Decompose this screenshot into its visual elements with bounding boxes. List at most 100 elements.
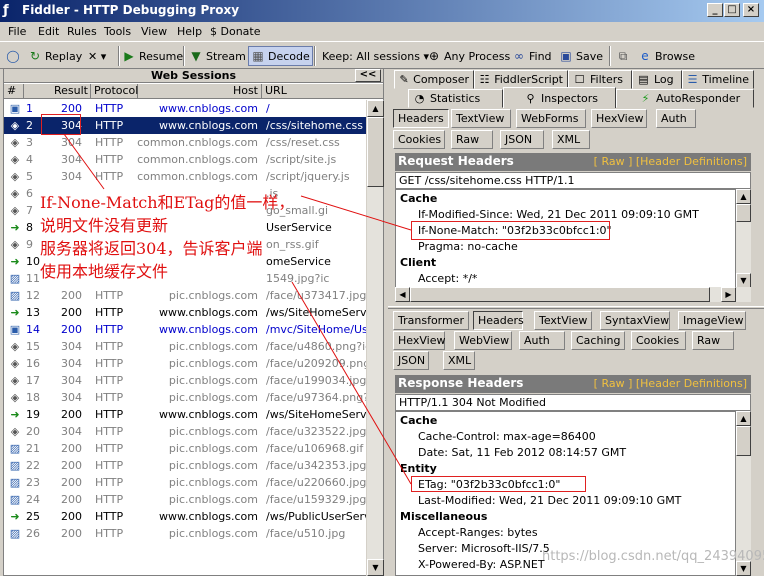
request-header-links[interactable]: [ Raw ] [Header Definitions] bbox=[594, 153, 747, 170]
col-num[interactable]: # bbox=[4, 84, 24, 99]
req-tab-xml[interactable]: XML bbox=[552, 130, 590, 149]
menu-file[interactable]: File bbox=[8, 25, 26, 38]
col-protocol[interactable]: Protocol bbox=[91, 84, 138, 99]
table-row[interactable]: ▨ 12 200 HTTP pic.cnblogs.com/face/u373417.j… bbox=[4, 287, 366, 304]
req-tab-json[interactable]: JSON bbox=[500, 130, 544, 149]
any-process-button[interactable]: ⊕ Any Process bbox=[427, 46, 510, 66]
resp-tab-raw[interactable]: Raw bbox=[692, 331, 734, 350]
remove-button[interactable]: ✕ ▾ bbox=[88, 46, 106, 66]
resp-tab-auth[interactable]: Auth bbox=[519, 331, 565, 350]
col-host[interactable]: Host bbox=[138, 84, 262, 99]
pane-splitter[interactable] bbox=[388, 306, 764, 309]
table-row[interactable]: ▨ 23 200 HTTP pic.cnblogs.com/face/u220660.j… bbox=[4, 474, 366, 491]
snapshot-button[interactable]: ⧉ bbox=[616, 46, 630, 66]
menu-help[interactable]: Help bbox=[177, 25, 202, 38]
menu-donate[interactable]: $ Donate bbox=[210, 25, 261, 38]
resp-tab-syntaxview[interactable]: SyntaxView bbox=[600, 311, 670, 330]
resp-date[interactable]: Date: Sat, 11 Feb 2012 08:14:57 GMT bbox=[418, 446, 626, 459]
resp-tab-headers[interactable]: Headers bbox=[473, 311, 524, 330]
col-result[interactable]: Result bbox=[51, 84, 91, 99]
table-row[interactable]: ▨ 21 200 HTTP pic.cnblogs.com/face/u106968.g… bbox=[4, 440, 366, 457]
resp-accept-ranges[interactable]: Accept-Ranges: bytes bbox=[418, 526, 538, 539]
resp-tab-transformer[interactable]: Transformer bbox=[393, 311, 469, 330]
stream-button[interactable]: ▼ Stream bbox=[189, 46, 245, 66]
tab-composer[interactable]: ✎ Composer bbox=[394, 70, 474, 89]
col-url[interactable]: URL bbox=[262, 84, 383, 99]
resp-tab-caching[interactable]: Caching bbox=[571, 331, 625, 350]
menu-tools[interactable]: Tools bbox=[104, 25, 131, 38]
tab-statistics[interactable]: ◔ Statistics bbox=[408, 89, 503, 108]
sessions-scrollbar[interactable]: ▲ ▼ bbox=[366, 100, 384, 576]
resp-scroll-thumb[interactable] bbox=[736, 426, 751, 456]
scroll-up-button[interactable]: ▲ bbox=[367, 100, 384, 117]
tab-autoresponder[interactable]: ⚡ AutoResponder bbox=[616, 89, 754, 108]
table-row[interactable]: ◈ 16 304 HTTP pic.cnblogs.com/face/u209209.p… bbox=[4, 355, 366, 372]
minimize-button[interactable]: _ bbox=[707, 3, 723, 17]
table-row[interactable]: ➜ 25 200 HTTP www.cnblogs.com/ws/PublicUserS… bbox=[4, 508, 366, 525]
resp-tab-imageview[interactable]: ImageView bbox=[678, 311, 746, 330]
resume-button[interactable]: ▶ Resume bbox=[122, 46, 183, 66]
req-tab-cookies[interactable]: Cookies bbox=[393, 130, 445, 149]
replay-button[interactable]: ↻ Replay bbox=[28, 46, 82, 66]
tab-log[interactable]: ▤ Log bbox=[632, 70, 682, 89]
resp-tab-webview[interactable]: WebView bbox=[454, 331, 512, 350]
table-row[interactable]: ◈ 17 304 HTTP pic.cnblogs.com/face/u199034.j… bbox=[4, 372, 366, 389]
table-row[interactable]: ◈ 4 304 HTTP common.cnblogs.com/script/site.… bbox=[4, 151, 366, 168]
req-tab-hexview[interactable]: HexView bbox=[591, 109, 647, 128]
decode-button[interactable]: ▦ Decode bbox=[248, 46, 313, 66]
resp-scroll-up[interactable]: ▲ bbox=[736, 411, 751, 426]
find-button[interactable]: ∞ Find bbox=[512, 46, 552, 66]
collapse-button[interactable]: << bbox=[355, 69, 381, 82]
table-row[interactable]: ➜ 13 200 HTTP www.cnblogs.com/ws/SiteHomeSer… bbox=[4, 304, 366, 321]
req-tab-webforms[interactable]: WebForms bbox=[516, 109, 586, 128]
tab-inspectors[interactable]: ⚲ Inspectors bbox=[503, 87, 616, 108]
comment-button[interactable]: ◯ bbox=[6, 46, 20, 66]
resp-tab-json[interactable]: JSON bbox=[393, 351, 429, 370]
table-row[interactable]: ➜ 19 200 HTTP www.cnblogs.com/ws/SiteHomeSer… bbox=[4, 406, 366, 423]
resp-tab-cookies[interactable]: Cookies bbox=[631, 331, 686, 350]
resp-tab-hexview[interactable]: HexView bbox=[393, 331, 445, 350]
close-button[interactable]: × bbox=[743, 3, 759, 17]
maximize-button[interactable]: □ bbox=[724, 3, 740, 17]
table-row[interactable]: ▨ 26 200 HTTP pic.cnblogs.com/face/u510.jpg bbox=[4, 525, 366, 542]
menu-view[interactable]: View bbox=[141, 25, 167, 38]
req-pragma[interactable]: Pragma: no-cache bbox=[418, 240, 518, 253]
resp-tab-xml[interactable]: XML bbox=[443, 351, 475, 370]
resp-cache-control[interactable]: Cache-Control: max-age=86400 bbox=[418, 430, 596, 443]
req-tab-textview[interactable]: TextView bbox=[451, 109, 511, 128]
table-row[interactable]: ◈ 15 304 HTTP pic.cnblogs.com/face/u4860.png… bbox=[4, 338, 366, 355]
table-row[interactable]: ▨ 22 200 HTTP pic.cnblogs.com/face/u342353.j… bbox=[4, 457, 366, 474]
scroll-down-button[interactable]: ▼ bbox=[367, 559, 384, 576]
req-accept[interactable]: Accept: */* bbox=[418, 272, 477, 285]
resp-server[interactable]: Server: Microsoft-IIS/7.5 bbox=[418, 542, 550, 555]
req-scroll-left[interactable]: ◀ bbox=[395, 287, 410, 302]
table-row[interactable]: ◈ 18 304 HTTP pic.cnblogs.com/face/u97364.pn… bbox=[4, 389, 366, 406]
req-scroll-right[interactable]: ▶ bbox=[721, 287, 736, 302]
req-if-modified-since[interactable]: If-Modified-Since: Wed, 21 Dec 2011 09:0… bbox=[418, 208, 699, 221]
tab-timeline[interactable]: ☰ Timeline bbox=[682, 70, 754, 89]
req-scroll-up[interactable]: ▲ bbox=[736, 189, 751, 204]
req-hscroll-thumb[interactable] bbox=[410, 287, 710, 302]
keep-sessions-dropdown[interactable]: Keep: All sessions ▾ bbox=[322, 46, 429, 66]
request-vscroll[interactable]: ▲ ▼ bbox=[736, 189, 751, 288]
table-row[interactable]: ◈ 5 304 HTTP common.cnblogs.com/script/jquer… bbox=[4, 168, 366, 185]
table-row[interactable]: ▨ 24 200 HTTP pic.cnblogs.com/face/u159329.j… bbox=[4, 491, 366, 508]
resp-powered-by[interactable]: X-Powered-By: ASP.NET bbox=[418, 558, 545, 571]
table-row[interactable]: ◈ 3 304 HTTP common.cnblogs.com/css/reset.cs… bbox=[4, 134, 366, 151]
table-row[interactable]: ▣ 14 200 HTTP www.cnblogs.com/mvc/SiteHome/U… bbox=[4, 321, 366, 338]
req-tab-auth[interactable]: Auth bbox=[656, 109, 696, 128]
req-tab-headers[interactable]: Headers bbox=[393, 109, 449, 128]
browse-button[interactable]: e Browse bbox=[638, 46, 695, 66]
save-button[interactable]: ▣ Save bbox=[559, 46, 603, 66]
req-tab-raw[interactable]: Raw bbox=[451, 130, 493, 149]
response-header-links[interactable]: [ Raw ] [Header Definitions] bbox=[594, 375, 747, 392]
resp-last-modified[interactable]: Last-Modified: Wed, 21 Dec 2011 09:09:10… bbox=[418, 494, 681, 507]
scroll-thumb[interactable] bbox=[367, 117, 384, 187]
resp-tab-textview[interactable]: TextView bbox=[534, 311, 592, 330]
req-scroll-down[interactable]: ▼ bbox=[736, 273, 751, 288]
req-scroll-thumb[interactable] bbox=[736, 204, 751, 222]
table-row[interactable]: ◈ 20 304 HTTP pic.cnblogs.com/face/u323522.j… bbox=[4, 423, 366, 440]
menu-edit[interactable]: Edit bbox=[38, 25, 59, 38]
menu-rules[interactable]: Rules bbox=[67, 25, 97, 38]
request-hscroll[interactable]: ◀ ▶ bbox=[395, 287, 751, 302]
